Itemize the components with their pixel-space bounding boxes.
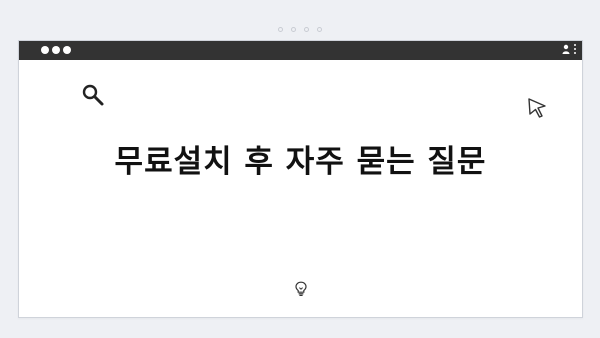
page-headline: 무료설치 후 자주 묻는 질문: [114, 144, 487, 180]
user-icon[interactable]: [562, 44, 570, 54]
window-dot-2[interactable]: [52, 46, 60, 54]
window-dot-3[interactable]: [63, 46, 71, 54]
title-bar: [19, 41, 582, 60]
lightbulb-icon: [295, 281, 307, 296]
window-controls: [41, 46, 71, 54]
pager-dots-icon: [0, 27, 600, 32]
search-icon: [82, 84, 104, 106]
cursor-arrow-icon: [528, 98, 546, 118]
browser-window: 무료설치 후 자주 묻는 질문: [18, 40, 583, 318]
kebab-menu-icon[interactable]: [574, 44, 576, 54]
window-dot-1[interactable]: [41, 46, 49, 54]
